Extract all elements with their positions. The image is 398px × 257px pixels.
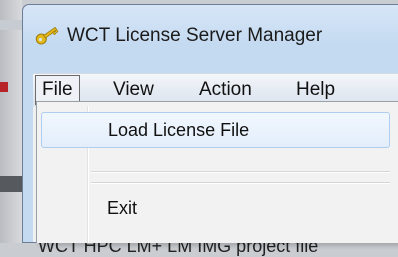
menu-view[interactable]: View: [107, 77, 160, 103]
menu-separator: [91, 171, 390, 173]
menu-action[interactable]: Action: [193, 77, 258, 103]
background-strip: [0, 176, 22, 192]
menu-item-exit[interactable]: Exit: [41, 191, 390, 227]
background-strip: [0, 82, 8, 92]
menu-item-load-license-file[interactable]: Load License File: [41, 112, 390, 148]
menu-separator: [91, 182, 390, 184]
file-menu-dropdown: Load License File Exit: [36, 101, 398, 243]
menu-help[interactable]: Help: [290, 77, 341, 103]
background-strip: [0, 20, 22, 30]
background-desktop: [0, 0, 22, 243]
key-icon: [35, 26, 59, 45]
title-bar[interactable]: WCT License Server Manager: [23, 5, 398, 61]
window-title: WCT License Server Manager: [67, 25, 323, 46]
